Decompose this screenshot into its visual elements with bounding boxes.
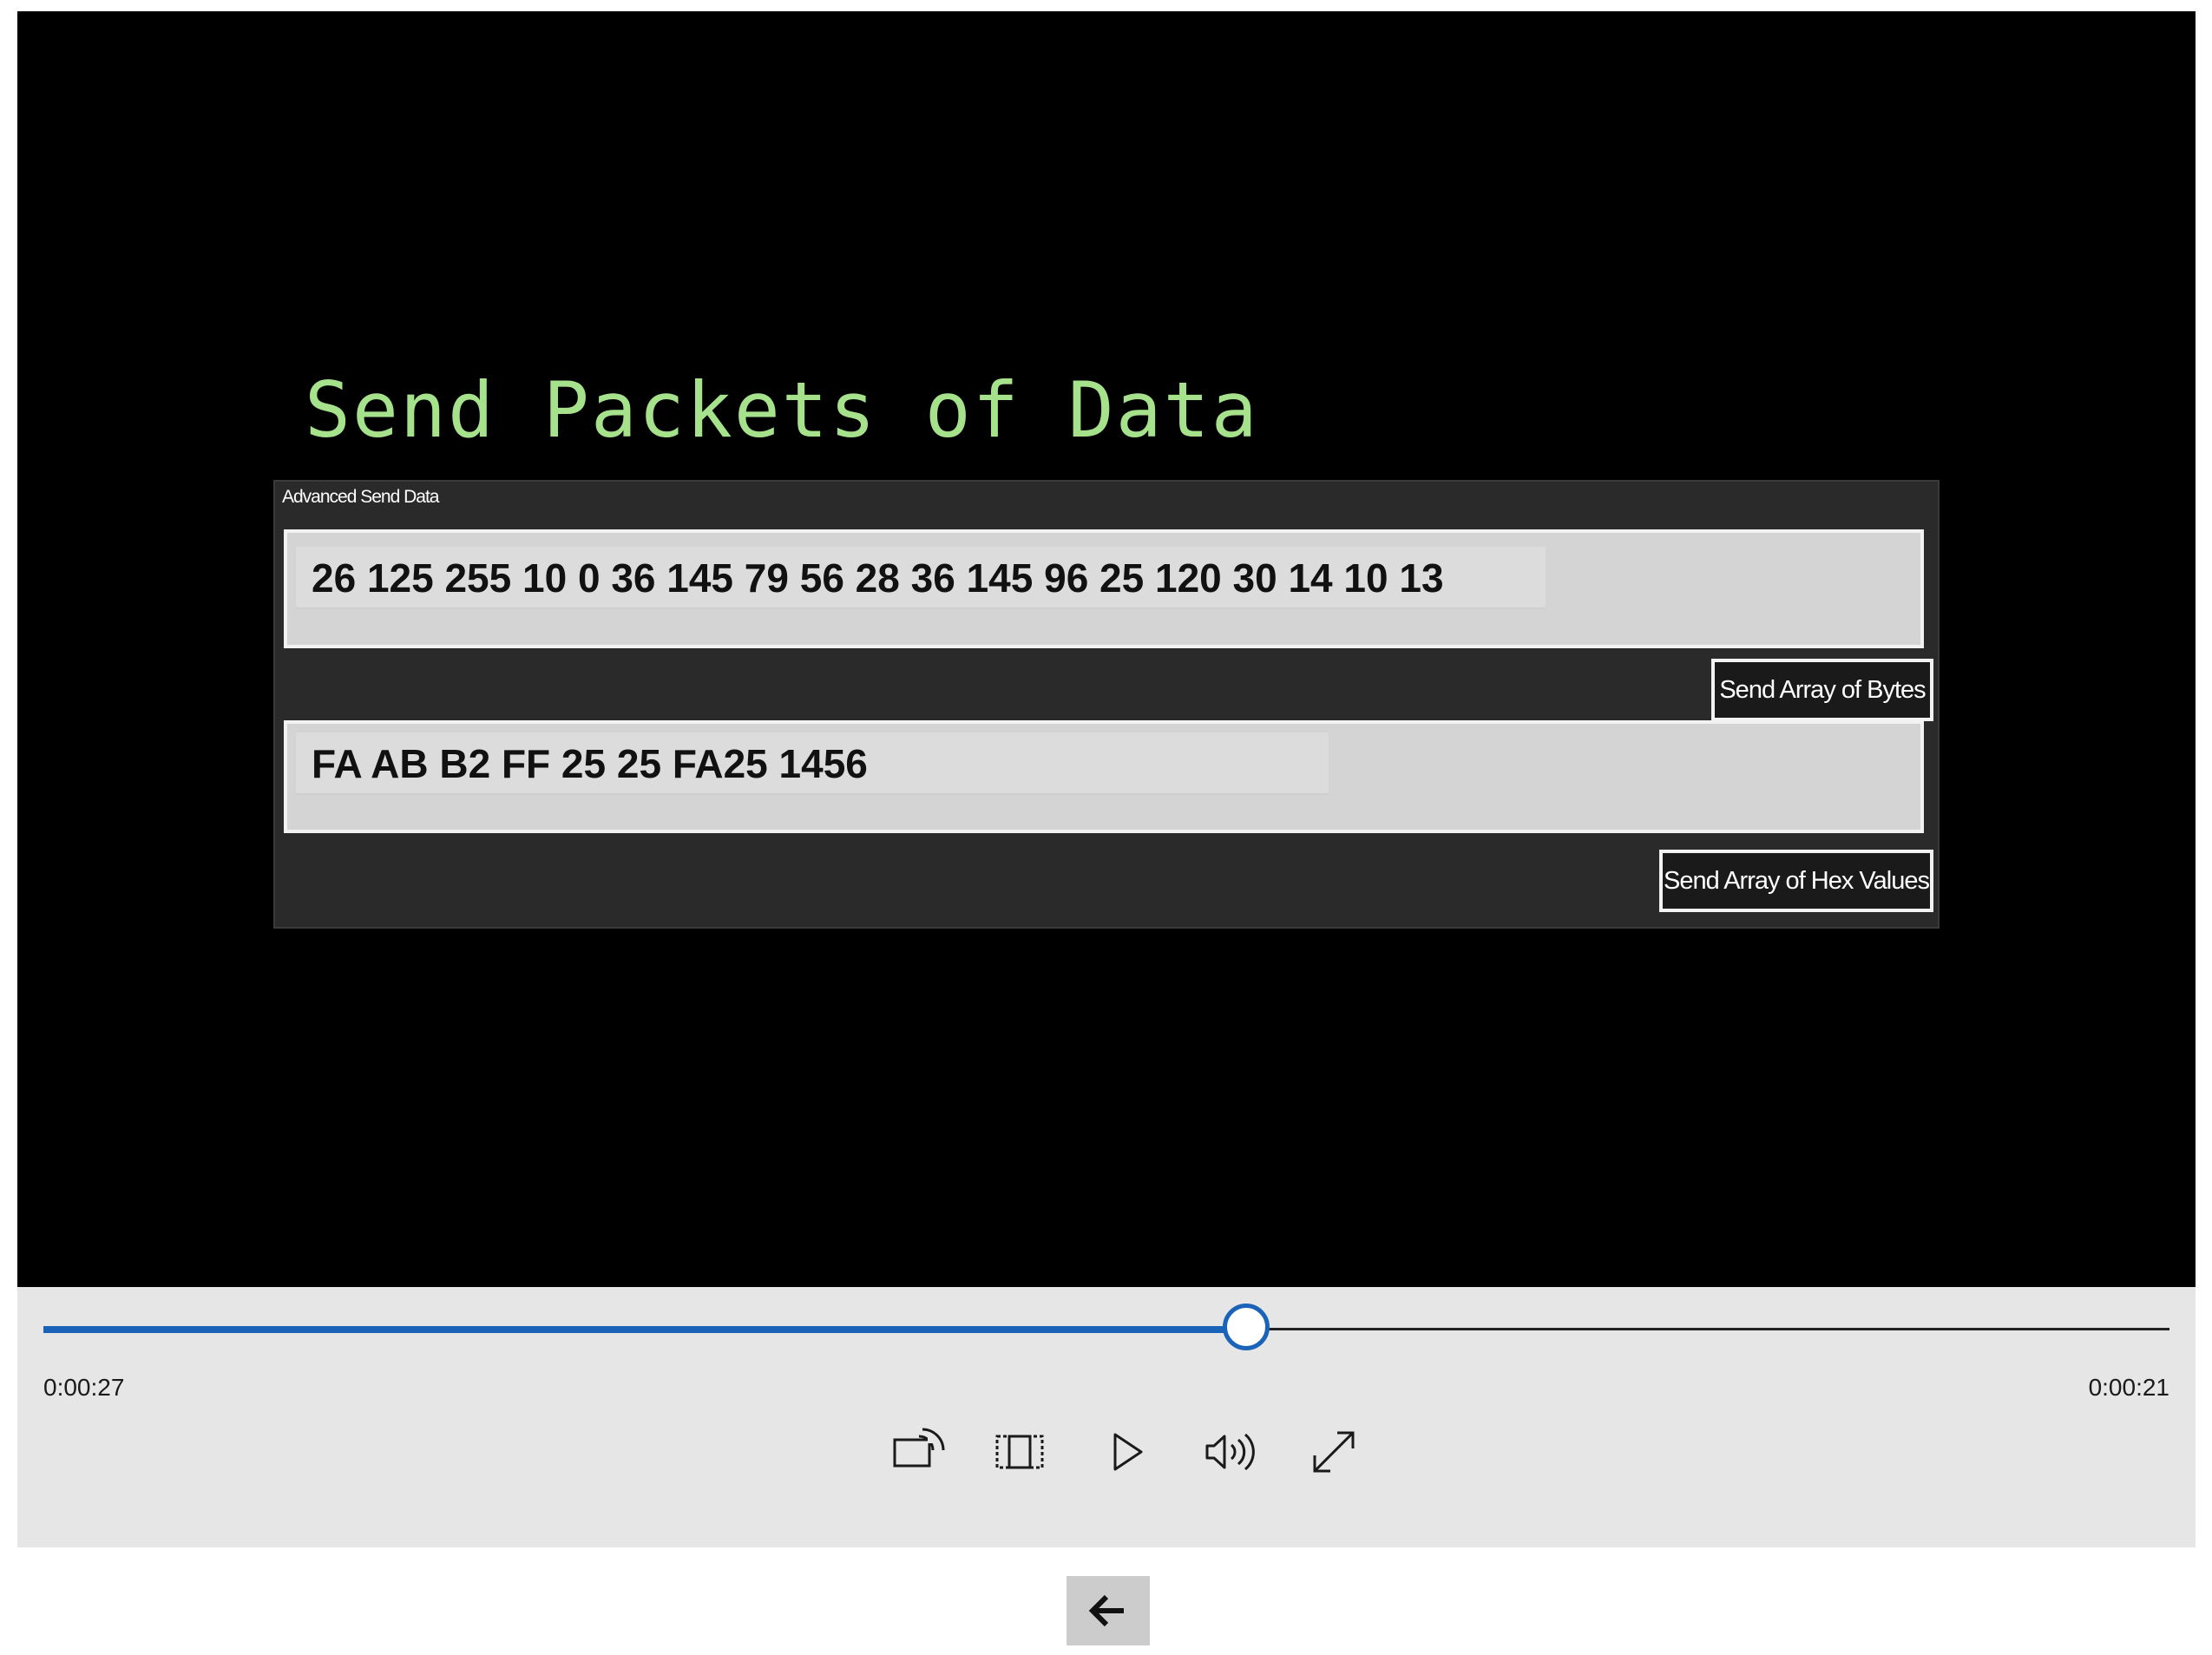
video-frame[interactable]: Send Packets of Data Advanced Send Data … [17,11,2196,1287]
transport-button-row [17,1417,2196,1487]
volume-button[interactable] [1195,1417,1264,1487]
elapsed-time: 0:00:27 [43,1374,125,1401]
hex-field: FA AB B2 FF 25 25 FA25 1456 [296,732,1329,795]
cast-icon [893,1428,945,1468]
cast-to-device-button[interactable] [881,1417,950,1487]
transport-controls: 0:00:27 0:00:21 [17,1287,2196,1547]
bytes-field-box: 26 125 255 10 0 36 145 79 56 28 36 145 9… [284,529,1924,648]
advanced-send-data-panel: Advanced Send Data 26 125 255 10 0 36 14… [273,480,1940,929]
send-array-of-hex-values-button: Send Array of Hex Values [1659,850,1933,912]
full-screen-button[interactable] [1299,1417,1369,1487]
play-icon [1113,1433,1143,1471]
volume-icon [1205,1433,1255,1471]
remaining-time: 0:00:21 [2088,1374,2169,1401]
seek-thumb[interactable] [1222,1304,1270,1350]
mini-view-icon [995,1435,1044,1469]
back-button[interactable] [1067,1576,1150,1645]
play-button[interactable] [1091,1417,1160,1487]
expand-icon [1313,1431,1355,1473]
send-array-of-bytes-button: Send Array of Bytes [1711,659,1933,721]
hex-field-box: FA AB B2 FF 25 25 FA25 1456 [284,720,1924,833]
arrow-left-icon [1088,1594,1124,1627]
slide-title: Send Packets of Data [305,365,1259,455]
seek-bar-progress [43,1326,1246,1333]
seek-bar[interactable] [43,1304,2169,1350]
media-player: Send Packets of Data Advanced Send Data … [17,11,2196,1547]
mini-view-button[interactable] [985,1417,1054,1487]
panel-label: Advanced Send Data [282,487,439,507]
bytes-field: 26 125 255 10 0 36 145 79 56 28 36 145 9… [296,547,1546,609]
